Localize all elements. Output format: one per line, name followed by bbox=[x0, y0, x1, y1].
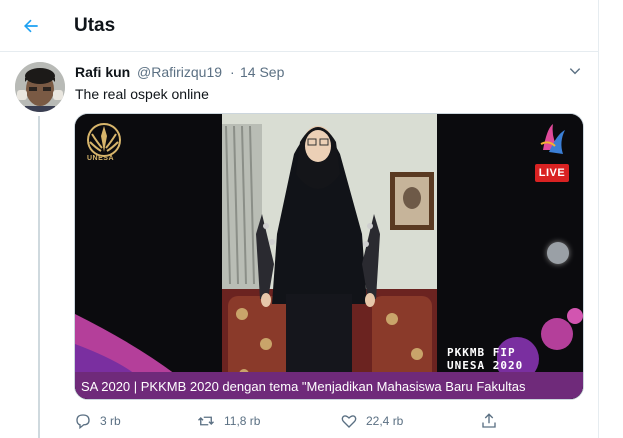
back-button[interactable] bbox=[16, 11, 46, 41]
reply-button[interactable]: 3 rb bbox=[74, 410, 121, 432]
avatar[interactable] bbox=[15, 62, 65, 112]
pkkmb-caption: PKKMB FIP UNESA 2020 bbox=[447, 346, 524, 372]
ticker-text: SA 2020 | PKKMB 2020 dengan tema "Menjad… bbox=[81, 379, 526, 394]
retweet-button[interactable]: 11,8 rb bbox=[196, 410, 260, 432]
thread-line bbox=[38, 116, 40, 438]
video-frame bbox=[222, 114, 437, 399]
retweet-icon bbox=[198, 416, 214, 426]
column-divider bbox=[598, 0, 599, 438]
avatar-image bbox=[15, 62, 65, 112]
heart-icon bbox=[341, 415, 357, 428]
page-title: Utas bbox=[74, 15, 116, 36]
reply-icon bbox=[76, 414, 90, 430]
arrow-left-icon bbox=[24, 19, 38, 33]
tweet-actions: 3 rb 11,8 rb 22,4 rb bbox=[74, 410, 504, 432]
live-badge: LIVE bbox=[535, 164, 569, 182]
share-icon bbox=[482, 413, 496, 428]
event-logo-icon bbox=[540, 124, 565, 154]
video-left-panel: UNESA bbox=[75, 114, 222, 399]
tweet-text: The real ospek online bbox=[75, 86, 209, 102]
tweet-date[interactable]: 14 Sep bbox=[240, 64, 284, 80]
reply-count: 3 rb bbox=[100, 414, 121, 428]
user-name[interactable]: Rafi kun bbox=[75, 64, 130, 80]
retweet-count: 11,8 rb bbox=[224, 414, 261, 428]
like-count: 22,4 rb bbox=[366, 414, 404, 428]
news-ticker: SA 2020 | PKKMB 2020 dengan tema "Menjad… bbox=[75, 372, 583, 399]
user-handle[interactable]: @Rafirizqu19 bbox=[137, 64, 222, 80]
page-header: Utas bbox=[0, 0, 598, 52]
purple-decoration bbox=[75, 314, 175, 374]
like-button[interactable]: 22,4 rb bbox=[340, 410, 403, 432]
more-options-button[interactable] bbox=[566, 62, 584, 80]
tweet-video[interactable]: UNESA LIVE PKKMB FIP UNESA 2020 SA 2020 … bbox=[74, 113, 584, 400]
chevron-down-icon bbox=[569, 68, 581, 75]
record-indicator bbox=[547, 242, 569, 264]
unesa-logo-text: UNESA bbox=[87, 155, 115, 162]
share-button[interactable] bbox=[480, 410, 498, 432]
video-scene-image bbox=[222, 114, 437, 399]
separator-dot: · bbox=[230, 64, 235, 80]
